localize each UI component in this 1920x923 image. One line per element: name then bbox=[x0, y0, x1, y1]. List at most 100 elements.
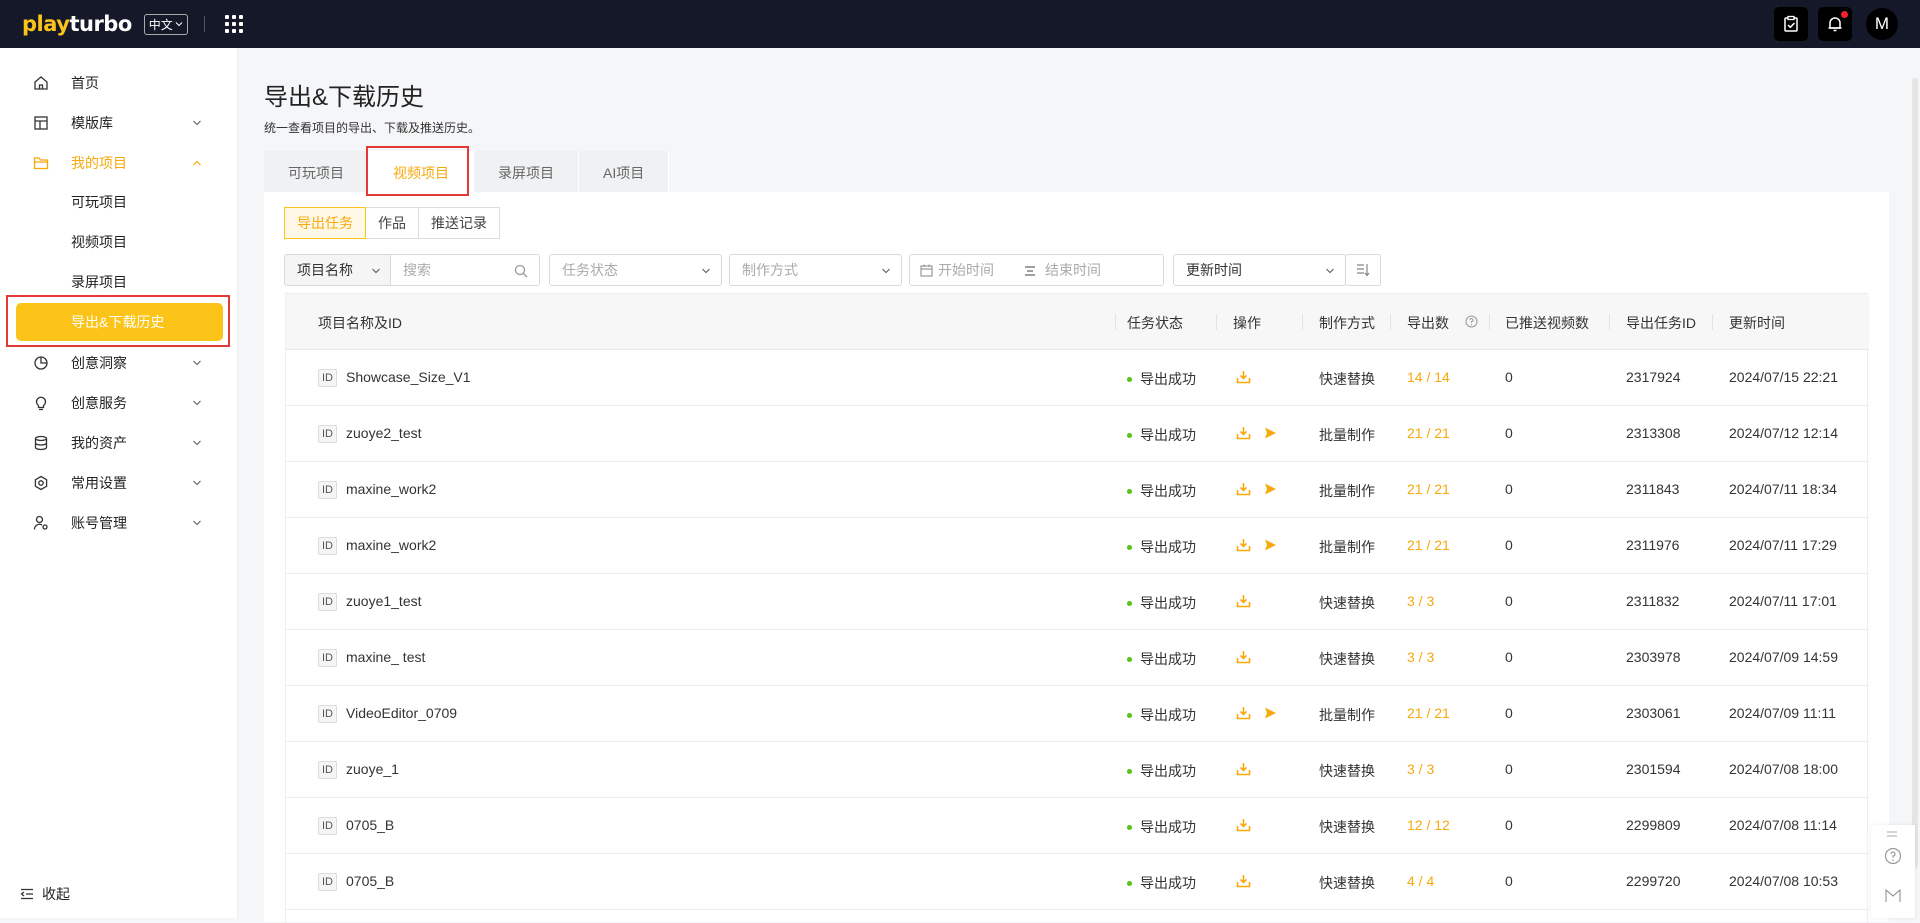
help-circle-icon[interactable] bbox=[1884, 847, 1902, 865]
table-row[interactable]: ID VideoEditor_0709 导出成功 批量制作 21 / 21 0 230306… bbox=[286, 686, 1869, 742]
name-field-select[interactable]: 项目名称 bbox=[284, 254, 391, 286]
project-name[interactable]: zuoye_1 bbox=[346, 761, 399, 777]
table-row[interactable]: ID zuoye1_test 导出成功 快速替换 3 / 3 0 2311832 2024/0… bbox=[286, 574, 1869, 630]
task-status: 导出成功 bbox=[1127, 537, 1196, 557]
download-icon[interactable] bbox=[1236, 594, 1251, 608]
task-status: 导出成功 bbox=[1127, 481, 1196, 501]
col-header-task-id: 导出任务ID bbox=[1626, 315, 1696, 331]
send-icon[interactable] bbox=[1263, 482, 1277, 496]
status-text: 导出成功 bbox=[1140, 371, 1196, 387]
divider bbox=[1302, 314, 1303, 330]
segment-export-tasks[interactable]: 导出任务 bbox=[284, 207, 366, 239]
project-name[interactable]: maxine_work2 bbox=[346, 481, 436, 497]
download-icon[interactable] bbox=[1236, 650, 1251, 664]
table-row[interactable]: ID 0705_B 导出成功 快速替换 12 / 12 0 2299809 2024/07/0… bbox=[286, 798, 1869, 854]
table-row[interactable]: ID zuoye2_test 导出成功 批量制作 21 / 21 0 2313308 2024… bbox=[286, 406, 1869, 462]
project-name[interactable]: maxine_work2 bbox=[346, 537, 436, 553]
send-icon[interactable] bbox=[1263, 426, 1277, 440]
method-select[interactable]: 制作方式 bbox=[729, 254, 902, 286]
export-count: 21 / 21 bbox=[1407, 537, 1450, 553]
search-input[interactable]: 搜索 bbox=[390, 254, 540, 286]
project-name[interactable]: zuoye1_test bbox=[346, 593, 422, 609]
notification-button[interactable] bbox=[1818, 7, 1852, 41]
sidebar-item-services[interactable]: 创意服务 bbox=[0, 385, 238, 421]
status-dot bbox=[1127, 488, 1132, 494]
method: 快速替换 bbox=[1319, 371, 1375, 387]
avatar[interactable]: M bbox=[1866, 8, 1898, 40]
method: 快速替换 bbox=[1319, 651, 1375, 667]
scrollbar[interactable] bbox=[1910, 48, 1920, 868]
send-icon[interactable] bbox=[1263, 706, 1277, 720]
updated-time: 2024/07/11 17:29 bbox=[1729, 537, 1837, 553]
download-icon[interactable] bbox=[1236, 818, 1251, 832]
table-row[interactable]: ID maxine_ test 导出成功 快速替换 3 / 3 0 2303978 2024/… bbox=[286, 630, 1869, 686]
sort-field-select[interactable]: 更新时间 bbox=[1173, 254, 1346, 286]
table-row[interactable]: ID Showcase_Size_V1 导出成功 快速替换 14 / 14 0 231792… bbox=[286, 350, 1869, 406]
status-dot bbox=[1127, 600, 1132, 606]
language-label: 中文 bbox=[148, 17, 173, 32]
send-icon[interactable] bbox=[1263, 538, 1277, 552]
divider bbox=[1609, 314, 1610, 330]
language-select[interactable]: 中文 bbox=[143, 13, 188, 35]
task-status: 导出成功 bbox=[1127, 817, 1196, 837]
table-row[interactable]: ID zuoye_1 导出成功 快速替换 3 / 3 0 2301594 2024/07/08… bbox=[286, 742, 1869, 798]
sidebar-item-account[interactable]: 账号管理 bbox=[0, 505, 238, 541]
project-name[interactable]: 0705_B bbox=[346, 817, 394, 833]
highlight-box bbox=[6, 295, 230, 347]
chevron-down-icon bbox=[882, 268, 890, 274]
download-icon[interactable] bbox=[1236, 370, 1251, 384]
sidebar-item-settings[interactable]: 常用设置 bbox=[0, 465, 238, 501]
status-select[interactable]: 任务状态 bbox=[549, 254, 722, 286]
method: 批量制作 bbox=[1319, 707, 1375, 723]
status-text: 导出成功 bbox=[1140, 595, 1196, 611]
table-row[interactable]: ID 0705_B 导出成功 快速替换 4 / 4 0 2299720 2024/07/08 … bbox=[286, 854, 1869, 910]
row-actions bbox=[1236, 650, 1251, 664]
row-actions bbox=[1236, 594, 1251, 608]
segment-push-records[interactable]: 推送记录 bbox=[418, 207, 500, 239]
project-name[interactable]: maxine_ test bbox=[346, 649, 425, 665]
drag-handle-icon[interactable] bbox=[1886, 831, 1898, 837]
col-header-count: 导出数 bbox=[1407, 315, 1449, 331]
sidebar-sub-video[interactable]: 视频项目 bbox=[0, 224, 238, 260]
playturbo-logo[interactable]: playturbo bbox=[22, 12, 132, 36]
chevron-down-icon bbox=[175, 22, 183, 27]
download-icon[interactable] bbox=[1236, 426, 1251, 440]
table-row[interactable]: ID maxine_work2 导出成功 批量制作 21 / 21 0 2311843 202… bbox=[286, 462, 1869, 518]
download-icon[interactable] bbox=[1236, 482, 1251, 496]
segment-works[interactable]: 作品 bbox=[365, 207, 419, 239]
sidebar-item-my-projects[interactable]: 我的项目 bbox=[0, 145, 238, 181]
sort-order-button[interactable] bbox=[1345, 254, 1381, 286]
apps-grid-icon[interactable] bbox=[224, 15, 243, 33]
sidebar-item-home[interactable]: 首页 bbox=[0, 65, 238, 101]
chevron-down-icon bbox=[193, 400, 201, 406]
sidebar-collapse-button[interactable]: 收起 bbox=[20, 884, 70, 904]
end-date-placeholder: 结束时间 bbox=[1045, 262, 1101, 278]
tab-record[interactable]: 录屏项目 bbox=[474, 151, 579, 195]
help-circle-icon[interactable] bbox=[1465, 315, 1478, 328]
project-name[interactable]: 0705_B bbox=[346, 873, 394, 889]
download-icon[interactable] bbox=[1236, 762, 1251, 776]
task-status: 导出成功 bbox=[1127, 705, 1196, 725]
date-range-picker[interactable]: 开始时间 结束时间 bbox=[909, 254, 1164, 286]
tab-ai[interactable]: AI项目 bbox=[579, 151, 670, 195]
mail-icon[interactable] bbox=[1885, 889, 1901, 903]
sidebar-item-label: 我的资产 bbox=[71, 435, 127, 451]
sidebar-item-templates[interactable]: 模版库 bbox=[0, 105, 238, 141]
project-name[interactable]: zuoye2_test bbox=[346, 425, 422, 441]
download-icon[interactable] bbox=[1236, 874, 1251, 888]
download-icon[interactable] bbox=[1236, 706, 1251, 720]
status-dot bbox=[1127, 712, 1132, 718]
project-name[interactable]: VideoEditor_0709 bbox=[346, 705, 457, 721]
sidebar-item-assets[interactable]: 我的资产 bbox=[0, 425, 238, 461]
tab-playable[interactable]: 可玩项目 bbox=[264, 151, 369, 195]
sidebar-sub-playable[interactable]: 可玩项目 bbox=[0, 184, 238, 220]
name-field-label: 项目名称 bbox=[297, 262, 353, 278]
project-name[interactable]: Showcase_Size_V1 bbox=[346, 369, 471, 385]
task-status: 导出成功 bbox=[1127, 425, 1196, 445]
col-header-updated: 更新时间 bbox=[1729, 315, 1785, 331]
task-clipboard-button[interactable] bbox=[1774, 7, 1808, 41]
download-icon[interactable] bbox=[1236, 538, 1251, 552]
sidebar-item-insights[interactable]: 创意洞察 bbox=[0, 345, 238, 381]
sidebar: 首页 模版库 我的项目 可玩项目 视频项目 录屏项目 导出&下载历史 创意洞察 … bbox=[0, 48, 238, 918]
table-row[interactable]: ID maxine_work2 导出成功 批量制作 21 / 21 0 2311976 202… bbox=[286, 518, 1869, 574]
